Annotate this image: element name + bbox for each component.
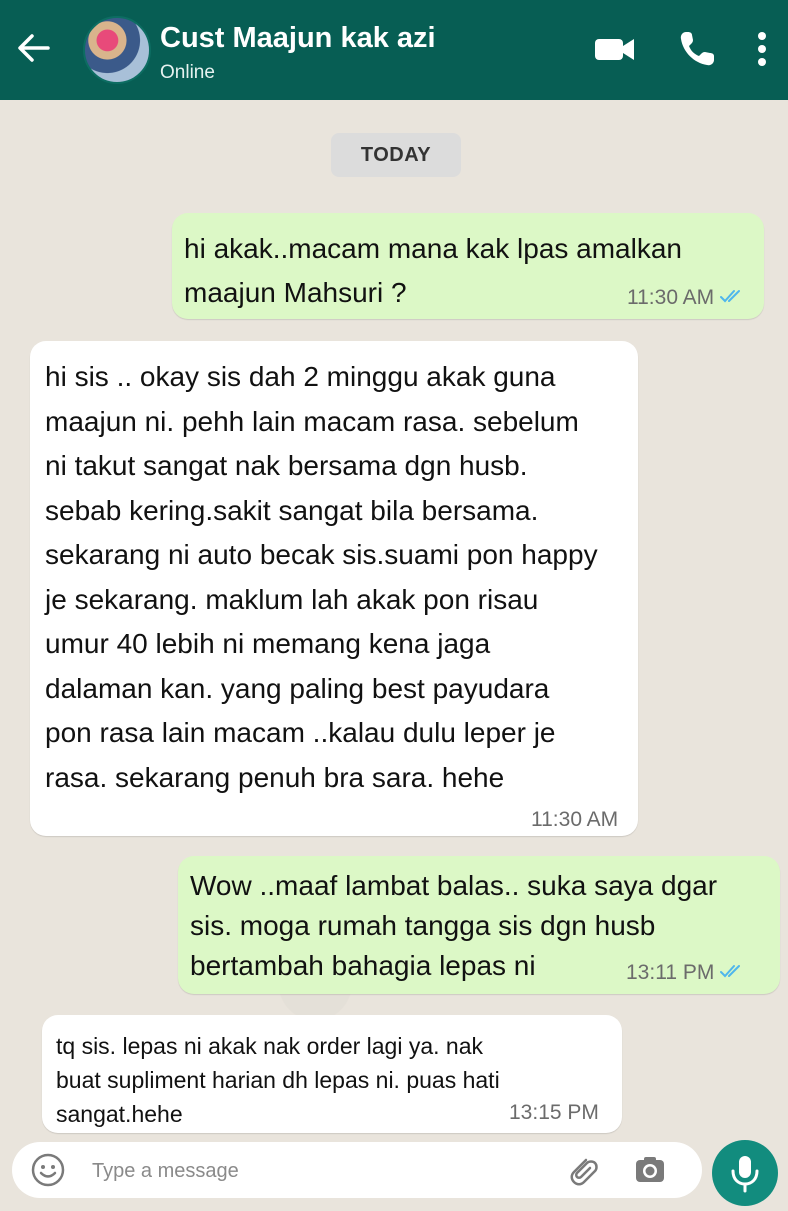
message-text: tq sis. lepas ni akak nak order lagi ya.…: [56, 1033, 500, 1127]
chat-header: Cust Maajun kak azi Online: [0, 0, 788, 100]
message-bubble-outgoing[interactable]: hi akak..macam mana kak lpas amalkan maa…: [172, 213, 764, 319]
read-ticks-icon: [720, 286, 746, 310]
avatar[interactable]: [83, 16, 151, 84]
message-input[interactable]: Type a message: [92, 1160, 239, 1183]
mic-icon: [731, 1156, 759, 1193]
phone-icon[interactable]: [674, 26, 720, 72]
more-vert-icon[interactable]: [742, 26, 782, 72]
emoji-icon[interactable]: [30, 1152, 66, 1193]
message-time: 11:30 AM: [627, 286, 715, 309]
read-ticks-icon: [720, 961, 746, 985]
mic-button[interactable]: [712, 1140, 778, 1206]
message-bubble-incoming[interactable]: tq sis. lepas ni akak nak order lagi ya.…: [42, 1015, 622, 1133]
camera-icon[interactable]: [632, 1152, 668, 1193]
contact-status: Online: [160, 62, 215, 83]
contact-name[interactable]: Cust Maajun kak azi: [160, 22, 436, 55]
attach-icon[interactable]: [564, 1152, 600, 1193]
message-bubble-incoming[interactable]: hi sis .. okay sis dah 2 minggu akak gun…: [30, 341, 638, 836]
message-bubble-outgoing[interactable]: Wow ..maaf lambat balas.. suka saya dgar…: [178, 856, 780, 994]
message-text: hi akak..macam mana kak lpas amalkan maa…: [184, 233, 682, 308]
message-time: 11:30 AM: [531, 808, 619, 831]
message-composer[interactable]: Type a message: [12, 1142, 702, 1198]
message-time: 13:15 PM: [509, 1101, 599, 1124]
day-separator: TODAY: [331, 133, 461, 177]
message-text: hi sis .. okay sis dah 2 minggu akak gun…: [45, 361, 598, 793]
message-time: 13:11 PM: [626, 961, 715, 984]
back-arrow-icon[interactable]: [14, 28, 54, 68]
video-call-icon[interactable]: [592, 26, 638, 72]
